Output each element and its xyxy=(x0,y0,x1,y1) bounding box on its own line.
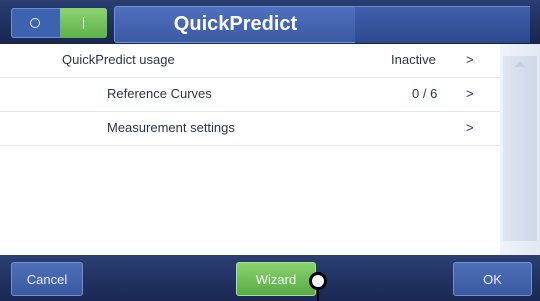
list-item-label: Reference Curves xyxy=(107,86,212,101)
bottom-bar: Cancel Wizard OK xyxy=(0,255,540,301)
page-title: QuickPredict xyxy=(114,6,357,43)
list-item-label: Measurement settings xyxy=(107,120,235,135)
wizard-button[interactable]: Wizard xyxy=(236,262,316,296)
on-icon xyxy=(82,17,85,29)
toggle-off-segment[interactable] xyxy=(11,8,59,38)
settings-list: QuickPredict usage Inactive > Reference … xyxy=(0,44,500,255)
scroll-thumb[interactable] xyxy=(503,56,537,241)
list-item-label: QuickPredict usage xyxy=(62,52,175,67)
scrollbar[interactable] xyxy=(500,44,540,291)
scroll-up-icon[interactable] xyxy=(514,62,526,67)
off-icon xyxy=(30,18,40,28)
title-bar: QuickPredict xyxy=(0,0,540,44)
ok-button[interactable]: OK xyxy=(453,262,532,296)
list-item-quickpredict-usage[interactable]: QuickPredict usage Inactive > xyxy=(0,44,500,78)
title-bar-filler xyxy=(355,6,530,43)
toggle-on-segment[interactable] xyxy=(60,8,107,38)
list-item-measurement-settings[interactable]: Measurement settings > xyxy=(0,112,500,146)
cancel-button[interactable]: Cancel xyxy=(11,262,83,296)
on-off-toggle[interactable] xyxy=(11,8,107,38)
callout-pin-icon xyxy=(309,272,327,290)
chevron-right-icon: > xyxy=(466,120,474,135)
app-screen: QuickPredict QuickPredict usage Inactive… xyxy=(0,0,540,301)
chevron-right-icon: > xyxy=(466,52,474,67)
list-item-value: Inactive xyxy=(391,52,436,67)
list-item-value: 0 / 6 xyxy=(412,86,438,101)
list-item-reference-curves[interactable]: Reference Curves 0 / 6 > xyxy=(0,78,500,112)
chevron-right-icon: > xyxy=(466,86,474,101)
